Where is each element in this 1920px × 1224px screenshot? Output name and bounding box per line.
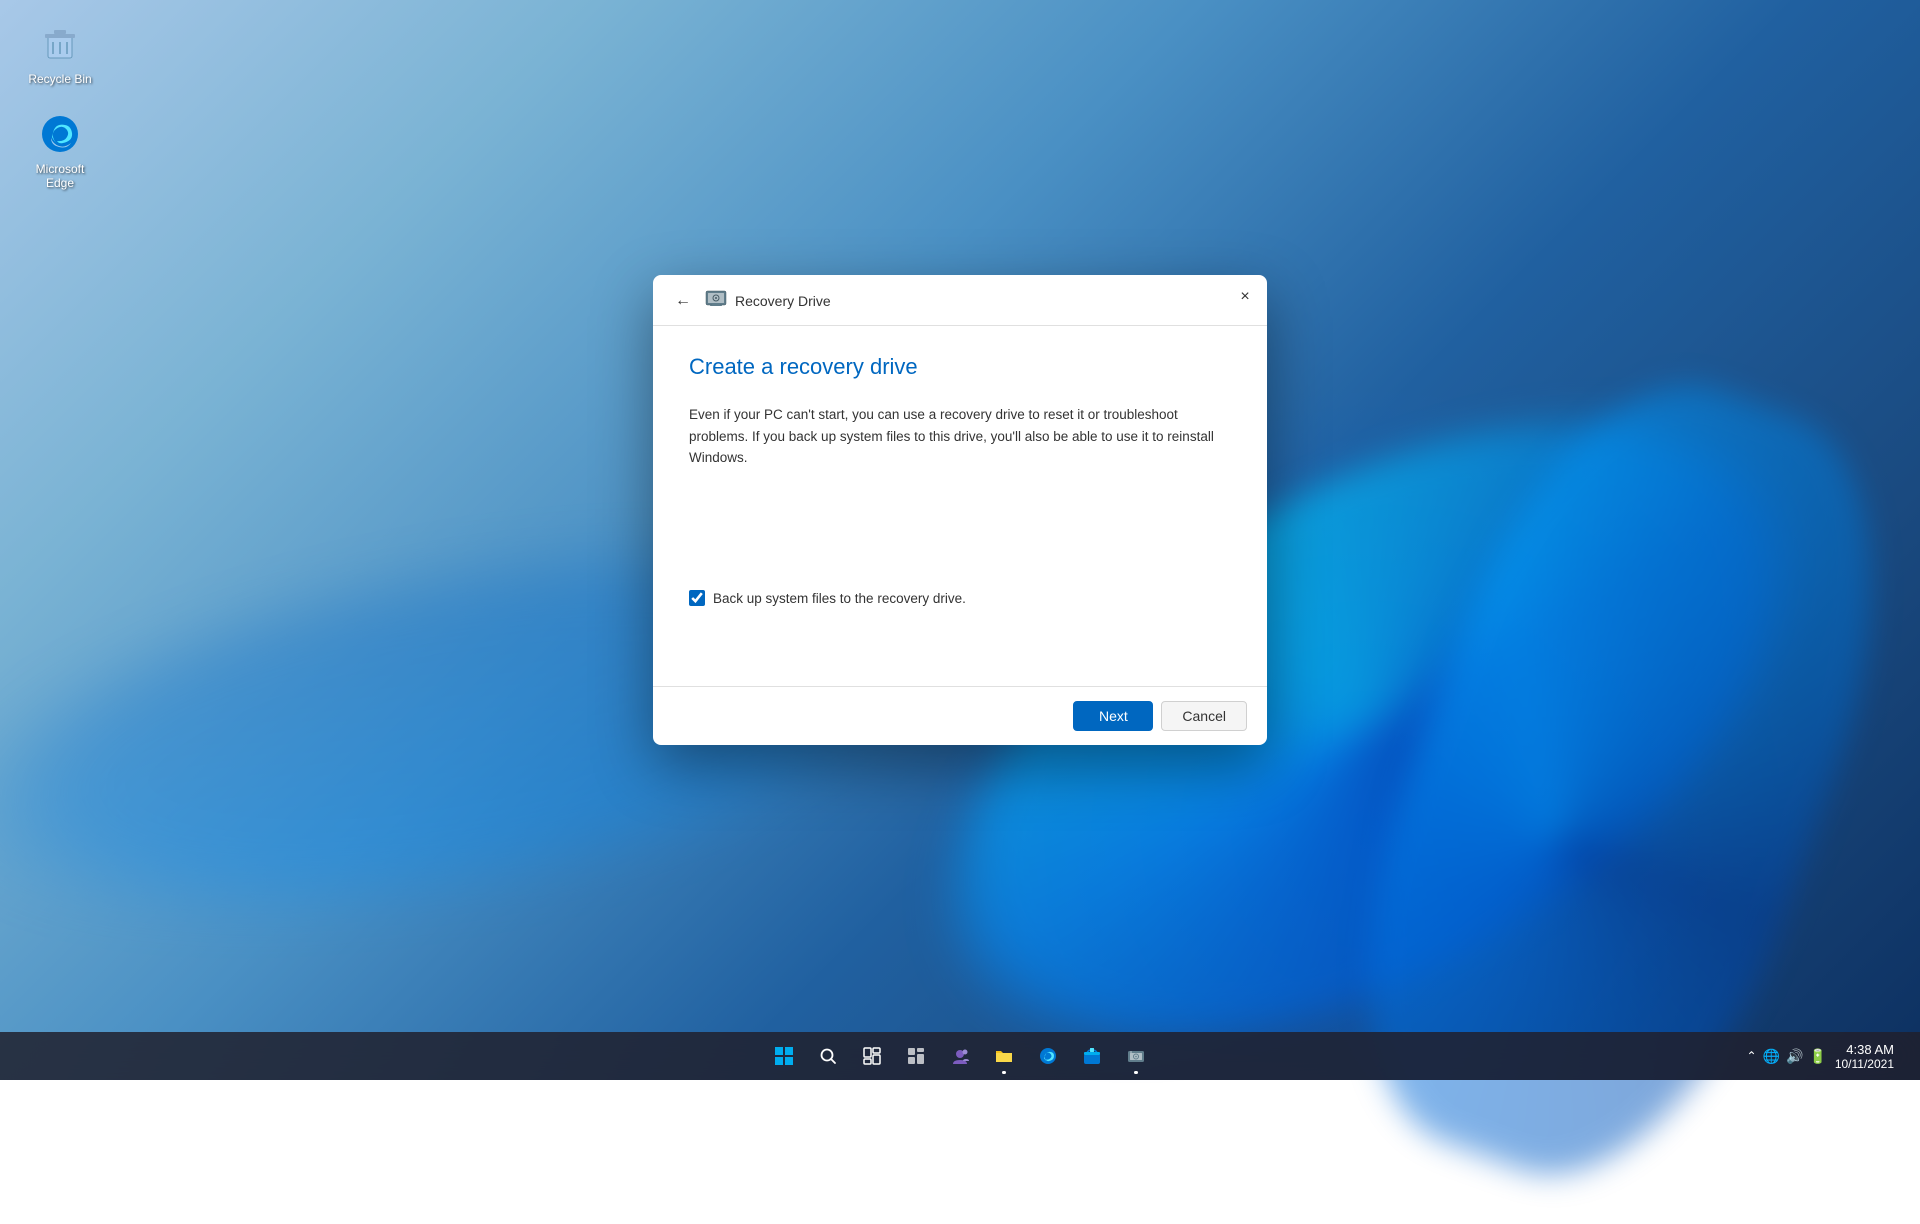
- taskbar-search-button[interactable]: [808, 1036, 848, 1076]
- next-button[interactable]: Next: [1073, 701, 1153, 731]
- backup-checkbox-row: Back up system files to the recovery dri…: [689, 590, 966, 606]
- close-button[interactable]: ×: [1231, 283, 1259, 311]
- taskbar-center: [764, 1036, 1156, 1076]
- taskbar-time-display: 4:38 AM: [1835, 1042, 1894, 1057]
- taskbar-taskview-button[interactable]: [852, 1036, 892, 1076]
- battery-icon[interactable]: 🔋: [1809, 1048, 1826, 1065]
- volume-icon[interactable]: 🔊: [1786, 1048, 1803, 1065]
- dialog-title-icon: [705, 287, 727, 315]
- show-hidden-icons[interactable]: ⌃: [1746, 1049, 1756, 1063]
- taskbar-date-display: 10/11/2021: [1835, 1057, 1894, 1071]
- backup-checkbox[interactable]: [689, 590, 705, 606]
- taskbar-teams-button[interactable]: [940, 1036, 980, 1076]
- taskbar-start-button[interactable]: [764, 1036, 804, 1076]
- dialog-title: Recovery Drive: [735, 293, 831, 309]
- taskbar: ⌃ 🌐 🔊 🔋 4:38 AM 10/11/2021: [0, 1032, 1920, 1080]
- back-button[interactable]: ←: [669, 287, 697, 315]
- taskbar-recovery-button[interactable]: [1116, 1036, 1156, 1076]
- system-tray[interactable]: ⌃ 🌐 🔊 🔋: [1746, 1048, 1826, 1065]
- taskbar-store-button[interactable]: [1072, 1036, 1112, 1076]
- network-icon[interactable]: 🌐: [1763, 1048, 1780, 1065]
- dialog-footer: Next Cancel: [653, 686, 1267, 745]
- taskbar-right: ⌃ 🌐 🔊 🔋 4:38 AM 10/11/2021: [1746, 1036, 1908, 1076]
- taskbar-edge-button[interactable]: [1028, 1036, 1068, 1076]
- taskbar-explorer-button[interactable]: [984, 1036, 1024, 1076]
- dialog-description: Even if your PC can't start, you can use…: [689, 404, 1231, 469]
- dialog-overlay: ← Recovery Drive × Create a recovery: [0, 0, 1920, 1080]
- recovery-drive-dialog: ← Recovery Drive × Create a recovery: [653, 275, 1267, 745]
- backup-checkbox-label: Back up system files to the recovery dri…: [713, 591, 966, 606]
- dialog-heading: Create a recovery drive: [689, 354, 1231, 380]
- cancel-button[interactable]: Cancel: [1161, 701, 1247, 731]
- show-desktop-button[interactable]: [1902, 1036, 1908, 1076]
- taskbar-clock[interactable]: 4:38 AM 10/11/2021: [1835, 1042, 1894, 1071]
- dialog-titlebar: ← Recovery Drive ×: [653, 275, 1267, 326]
- taskbar-widgets-button[interactable]: [896, 1036, 936, 1076]
- desktop: Recycle Bin Microsoft Edge ←: [0, 0, 1920, 1080]
- dialog-body: Create a recovery drive Even if your PC …: [653, 326, 1267, 686]
